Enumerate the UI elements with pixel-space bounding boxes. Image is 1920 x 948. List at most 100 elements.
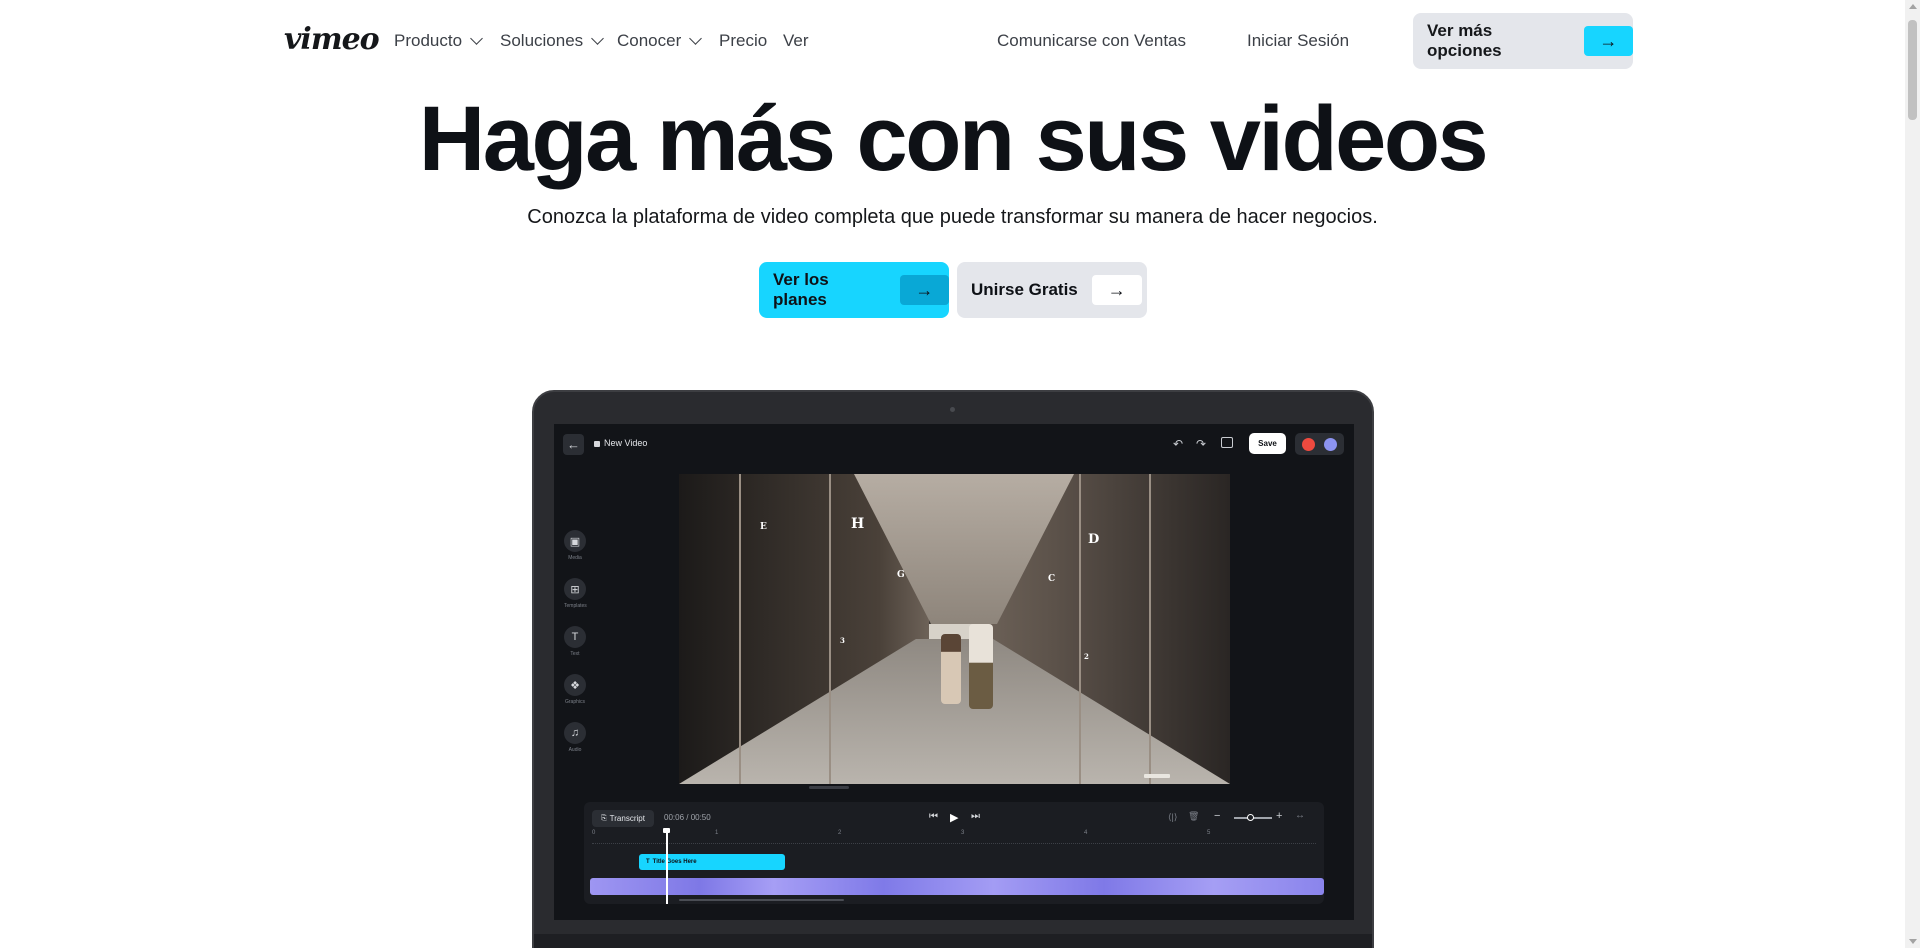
person-man: [969, 624, 993, 709]
arrow-right-icon: →: [899, 275, 949, 305]
ruler-tick: 4: [1084, 830, 1088, 836]
ruler-tick: 0: [592, 830, 596, 836]
nav-item-producto[interactable]: Producto: [394, 31, 483, 51]
join-free-button[interactable]: Unirse Gratis →: [957, 262, 1147, 318]
text-icon: T: [646, 859, 650, 865]
arrow-right-icon: →: [1583, 26, 1633, 56]
person-woman: [941, 634, 961, 704]
nav-item-label: Precio: [719, 31, 768, 50]
tool-label: Text: [570, 651, 580, 657]
zoom-out-icon[interactable]: −: [1214, 810, 1220, 822]
wall-panel-line: [739, 474, 741, 784]
page-scrollbar[interactable]: [1905, 0, 1920, 948]
door-sign: D: [1088, 532, 1100, 547]
ruler-tick: 3: [961, 830, 965, 836]
templates-icon: ⊞: [564, 578, 586, 600]
transcript-button[interactable]: ⎘ Transcript: [592, 810, 654, 827]
top-nav: vimeo Producto Soluciones Conocer Precio…: [0, 0, 1905, 84]
timeline-ruler[interactable]: [592, 836, 1316, 844]
nav-item-conocer[interactable]: Conocer: [617, 31, 703, 51]
video-track-clip[interactable]: [590, 878, 1324, 895]
hero-subtitle: Conozca la plataforma de video completa …: [527, 206, 1378, 228]
tool-graphics[interactable]: ❖ Graphics: [564, 674, 586, 705]
tool-audio[interactable]: ♫ Audio: [564, 722, 586, 753]
project-title-text: New Video: [604, 438, 648, 448]
chevron-down-icon: [689, 32, 703, 45]
tool-label: Media: [568, 555, 582, 561]
transcript-icon: ⎘: [601, 814, 607, 822]
video-preview[interactable]: H D G C E 3 2: [679, 474, 1230, 784]
door-sign: E: [760, 522, 767, 532]
door-sign: 3: [840, 636, 845, 645]
graphics-icon: ❖: [564, 674, 586, 696]
camera-dot: [950, 407, 955, 412]
video-watermark: [1144, 774, 1170, 778]
resize-handle[interactable]: [809, 786, 849, 789]
skip-forward-icon[interactable]: ⏭: [971, 811, 980, 822]
scroll-thumb[interactable]: [1908, 20, 1917, 120]
transcript-label: Transcript: [609, 814, 645, 823]
door-sign: G: [897, 570, 905, 580]
nav-item-precio[interactable]: Precio: [719, 31, 767, 51]
chevron-down-icon: [591, 32, 605, 45]
door-sign: C: [1048, 574, 1056, 584]
wall-panel-line: [1149, 474, 1151, 784]
tool-templates[interactable]: ⊞ Templates: [564, 578, 587, 609]
zoom-in-icon[interactable]: +: [1276, 810, 1282, 822]
timeline-panel: ⎘ Transcript 00:06 / 00:50 ⏮ ▶ ⏭ ⟨|⟩ 🗑 −…: [584, 802, 1324, 904]
play-icon[interactable]: ▶: [950, 811, 958, 824]
nav-item-label: Ver: [783, 31, 809, 50]
nav-item-soluciones[interactable]: Soluciones: [500, 31, 605, 51]
comment-icon[interactable]: [1221, 437, 1233, 448]
ruler-tick: 5: [1207, 830, 1211, 836]
more-options-button[interactable]: Ver más opciones →: [1413, 13, 1633, 69]
laptop-base: [534, 934, 1372, 948]
login-link[interactable]: Iniciar Sesión: [1247, 31, 1349, 51]
avatar: [1324, 438, 1337, 451]
tool-label: Audio: [568, 747, 582, 753]
title-clip-label: Title Goes Here: [652, 859, 697, 865]
skip-back-icon[interactable]: ⏮: [929, 811, 938, 822]
wall-panel-line: [1079, 474, 1081, 784]
scroll-up-icon[interactable]: [1909, 4, 1917, 9]
join-free-label: Unirse Gratis: [971, 280, 1078, 299]
trash-icon[interactable]: 🗑: [1188, 811, 1199, 822]
split-icon[interactable]: ⟨|⟩: [1168, 812, 1177, 823]
tool-media[interactable]: ▣ Media: [564, 530, 586, 561]
laptop-mockup: ← New Video ↶ ↷ Save ▣ Media ⊞ Templates: [532, 390, 1374, 948]
contact-sales-link[interactable]: Comunicarse con Ventas: [997, 31, 1186, 51]
fit-icon[interactable]: ↔: [1295, 810, 1305, 821]
tool-label: Templates: [564, 603, 587, 609]
editor-screen: ← New Video ↶ ↷ Save ▣ Media ⊞ Templates: [554, 424, 1354, 920]
nav-item-label: Conocer: [617, 31, 682, 50]
back-arrow-icon[interactable]: ←: [563, 434, 584, 455]
scroll-down-icon[interactable]: [1909, 939, 1917, 944]
zoom-slider-knob[interactable]: [1247, 814, 1254, 821]
redo-icon[interactable]: ↷: [1196, 437, 1206, 451]
nav-item-ver[interactable]: Ver: [783, 31, 809, 51]
title-clip[interactable]: T Title Goes Here: [639, 854, 785, 870]
arrow-right-icon: →: [1091, 275, 1142, 305]
save-button[interactable]: Save: [1249, 433, 1286, 454]
undo-icon[interactable]: ↶: [1173, 437, 1183, 451]
door-sign: 2: [1084, 652, 1089, 661]
avatar: [1302, 438, 1315, 451]
hero-title: Haga más con sus videos: [418, 88, 1489, 190]
project-title: New Video: [594, 438, 647, 448]
timeline-scrollbar[interactable]: [679, 899, 844, 901]
lock-icon: [594, 441, 600, 447]
tool-text[interactable]: T Text: [564, 626, 586, 657]
view-plans-button[interactable]: Ver los planes →: [759, 262, 949, 318]
timecode: 00:06 / 00:50: [664, 813, 711, 822]
playhead[interactable]: [666, 830, 668, 904]
image-icon: ▣: [564, 530, 586, 552]
vimeo-logo[interactable]: vimeo: [284, 22, 380, 57]
more-options-label: Ver más opciones: [1427, 21, 1502, 60]
music-icon: ♫: [564, 722, 586, 744]
wall-panel-line: [829, 474, 831, 784]
ruler-tick: 1: [715, 830, 719, 836]
nav-item-label: Producto: [394, 31, 463, 50]
collaborator-avatars[interactable]: [1295, 433, 1344, 455]
chevron-down-icon: [470, 32, 483, 45]
view-plans-label: Ver los planes: [773, 270, 829, 309]
